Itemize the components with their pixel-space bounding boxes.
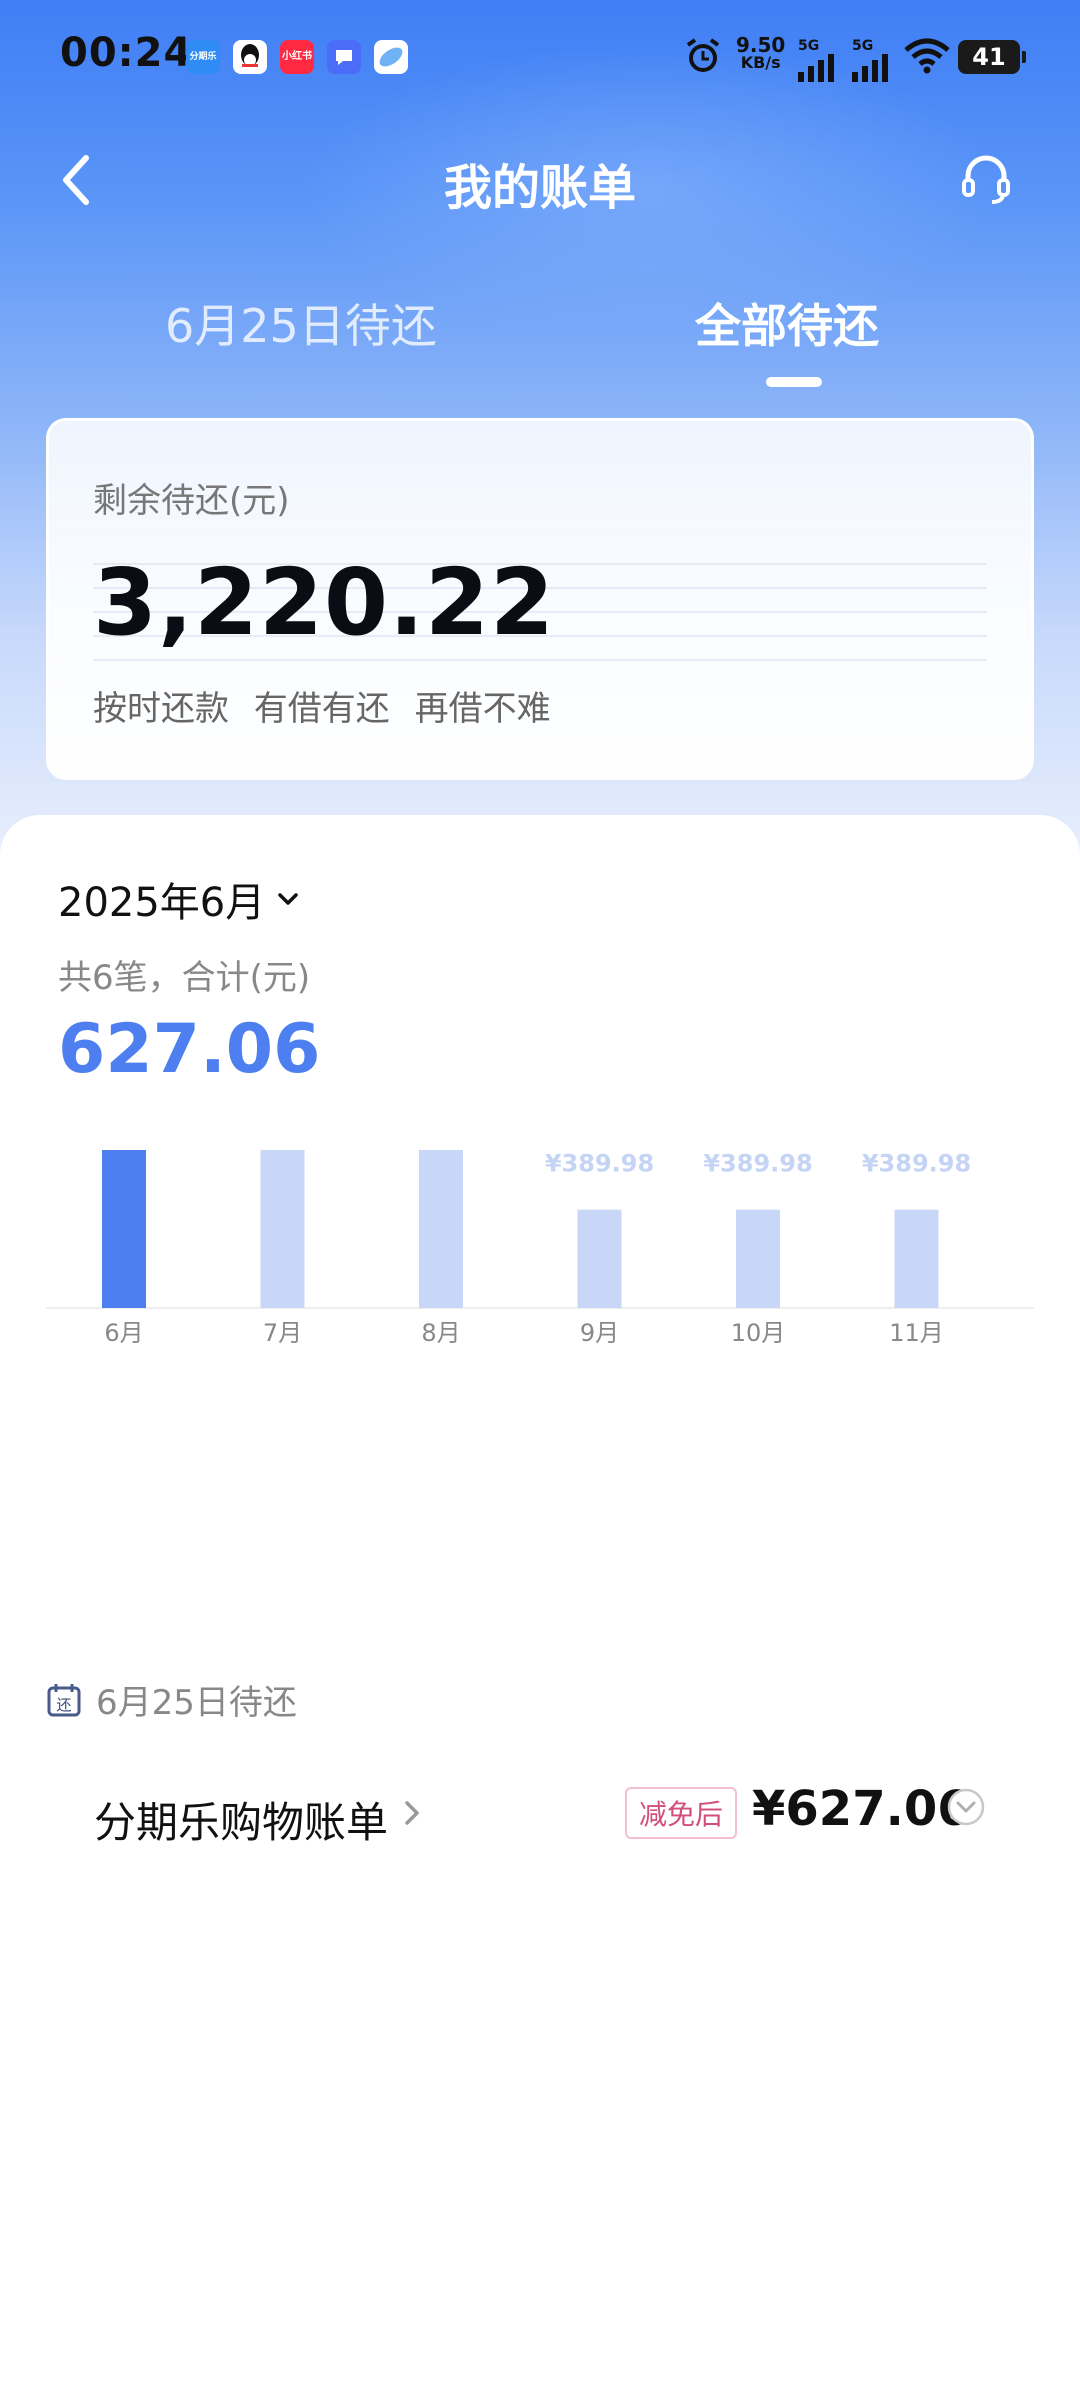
signal-icon-2: 5G bbox=[852, 38, 894, 88]
bill-panel: 2025年6月 共6笔，合计(元) 627.06 ¥627.066月¥627.0… bbox=[0, 815, 1080, 2400]
month-selector[interactable]: 2025年6月 bbox=[58, 870, 299, 928]
chat-bubble-icon bbox=[327, 40, 361, 74]
chart-bar-3[interactable] bbox=[419, 1150, 463, 1308]
calendar-icon: 还 bbox=[47, 1683, 81, 1716]
bill-count-label: 共6笔，合计(元) bbox=[58, 958, 311, 998]
chart-bar-6[interactable] bbox=[894, 1209, 939, 1308]
chart-tick-label-1: 6月 bbox=[104, 1319, 143, 1347]
tab-all-due[interactable]: 全部待还 bbox=[695, 290, 879, 356]
remaining-due-card: 剩余待还(元) 3,220.22 按时还款 有借有还 再借不难 bbox=[46, 418, 1034, 780]
net-speed-unit: KB/s bbox=[740, 53, 781, 72]
chart-tick-label-4: 9月 bbox=[580, 1319, 619, 1347]
monthly-bar-chart: ¥627.06 6月 ¥627.06 7月 ¥627.06 8月 ¥389.98 9月 ¥389… bbox=[46, 1115, 1034, 1347]
app-icon-1: 分期乐 bbox=[186, 40, 220, 74]
chevron-right-icon bbox=[405, 1801, 419, 1825]
calendar-badge-text: 还 bbox=[56, 1696, 71, 1714]
chart-value-label-4: ¥389.98 bbox=[545, 1150, 654, 1178]
bill-amount: ¥627.06 bbox=[752, 1781, 971, 1837]
chart-tick-label-3: 8月 bbox=[421, 1319, 460, 1347]
repayment-slogan: 按时还款 有借有还 再借不难 bbox=[93, 689, 551, 729]
expand-circle-icon[interactable] bbox=[946, 1787, 986, 1827]
xiaohongshu-icon: 小红书 bbox=[280, 40, 314, 74]
wifi-icon bbox=[904, 38, 950, 78]
chart-tick-label-6: 11月 bbox=[889, 1319, 944, 1347]
chart-tick-label-2: 7月 bbox=[263, 1319, 302, 1347]
chevron-down-icon bbox=[278, 893, 298, 905]
bill-name[interactable]: 分期乐购物账单 bbox=[94, 1789, 388, 1850]
chart-tick-label-5: 10月 bbox=[731, 1319, 786, 1347]
chart-value-label-6: ¥389.98 bbox=[862, 1150, 971, 1178]
chart-bar-4[interactable] bbox=[577, 1209, 622, 1308]
page-title: 我的账单 bbox=[443, 160, 636, 216]
chart-bar-2[interactable] bbox=[260, 1150, 305, 1308]
alarm-icon bbox=[683, 36, 723, 80]
selected-month: 2025年6月 bbox=[58, 880, 266, 926]
signal-label-2: 5G bbox=[852, 38, 874, 54]
status-bar: 00:24 分期乐 小红书 9.50 KB/s 5G 5G 41 bbox=[0, 0, 1080, 110]
month-total: 627.06 bbox=[58, 1010, 321, 1089]
remaining-due-label: 剩余待还(元) bbox=[93, 481, 290, 521]
battery-indicator: 41 bbox=[958, 40, 1026, 74]
signal-icon-1: 5G bbox=[798, 38, 840, 88]
net-speed-value: 9.50 bbox=[736, 33, 786, 57]
headset-icon bbox=[962, 155, 1010, 204]
chart-value-label-1: ¥627.06 bbox=[69, 1115, 178, 1118]
due-date-label: 6月25日待还 bbox=[96, 1683, 297, 1723]
network-speed: 9.50 KB/s bbox=[736, 33, 786, 72]
signal-label-1: 5G bbox=[798, 38, 820, 54]
chart-value-label-3: ¥627.06 bbox=[386, 1115, 495, 1118]
chart-value-label-2: ¥627.06 bbox=[228, 1115, 337, 1118]
customer-service-button[interactable] bbox=[958, 150, 1014, 206]
tab-active-indicator bbox=[766, 377, 822, 387]
qq-icon bbox=[233, 40, 267, 74]
chart-bar-1[interactable] bbox=[102, 1150, 146, 1308]
blue-leaf-icon bbox=[374, 40, 408, 74]
tab-due-june-25[interactable]: 6月25日待还 bbox=[165, 290, 437, 356]
remaining-due-amount: 3,220.22 bbox=[93, 549, 555, 656]
discount-tag: 减免后 bbox=[625, 1787, 738, 1839]
status-time: 00:24 bbox=[60, 30, 193, 76]
chart-value-label-5: ¥389.98 bbox=[703, 1150, 812, 1178]
bill-row[interactable]: 分期乐购物账单 减免后 ¥627.06 bbox=[0, 1775, 1080, 1865]
due-date-header: 还 6月25日待还 bbox=[46, 1675, 297, 1724]
chart-bar-5[interactable] bbox=[736, 1209, 780, 1308]
